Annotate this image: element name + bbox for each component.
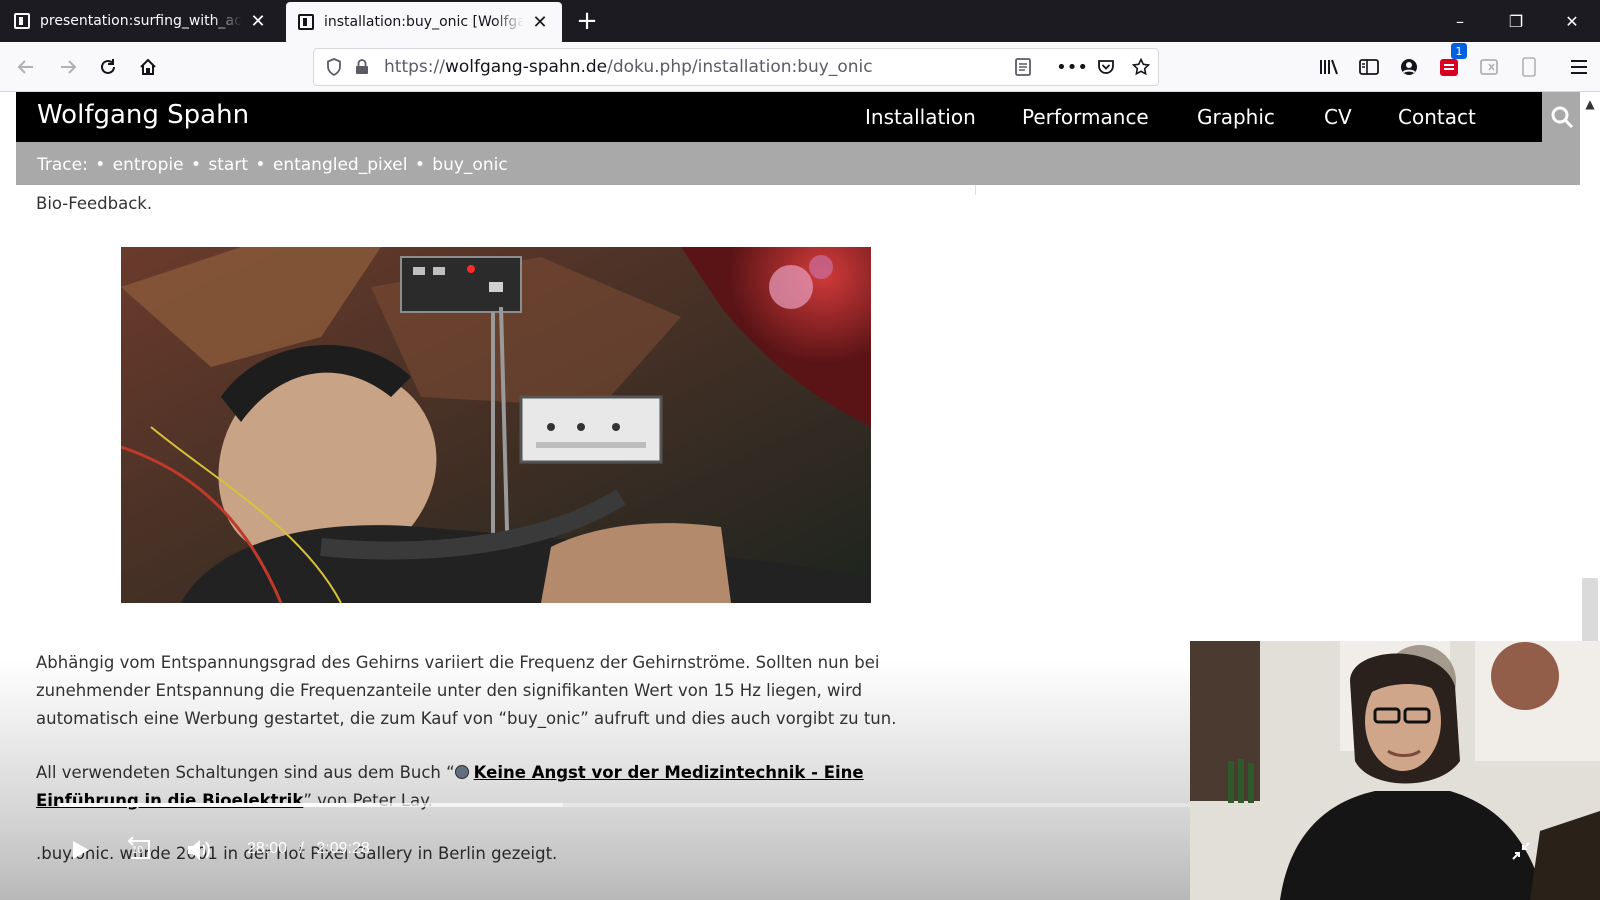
site-favicon-icon (14, 13, 30, 29)
sidebar-icon[interactable] (1353, 51, 1385, 83)
url-bar[interactable]: https://wolfgang-spahn.de/doku.php/insta… (313, 48, 1159, 86)
breadcrumb-bullet: • (95, 155, 106, 175)
paragraph-prefix: All verwendeten Schaltungen sind aus dem… (36, 763, 455, 782)
play-button[interactable] (66, 836, 94, 864)
search-icon (1551, 106, 1574, 129)
nav-toolbar: https://wolfgang-spahn.de/doku.php/insta… (0, 42, 1600, 92)
nav-cv[interactable]: CV (1324, 105, 1352, 129)
installation-photo (121, 247, 871, 603)
exit-fullscreen-icon[interactable] (1508, 838, 1534, 864)
forward-button[interactable] (52, 51, 84, 83)
menu-icon[interactable] (1563, 51, 1595, 83)
text-line-bio-feedback: Bio-Feedback. (36, 194, 153, 213)
account-icon[interactable] (1393, 51, 1425, 83)
breadcrumb-item-start[interactable]: start (208, 155, 248, 175)
breadcrumb-bullet: • (414, 155, 425, 175)
home-icon (140, 58, 156, 75)
close-icon[interactable]: ✕ (248, 11, 268, 32)
nav-installation[interactable]: Installation (865, 105, 976, 129)
library-icon[interactable] (1313, 51, 1345, 83)
tab-strip: presentation:surfing_with_aci_f ✕ instal… (0, 0, 1600, 42)
breadcrumb: Trace: • entropie • start • entangled_pi… (16, 142, 1580, 185)
url-text[interactable]: https://wolfgang-spahn.de/doku.php/insta… (384, 57, 873, 77)
site-header: Wolfgang Spahn Installation Performance … (16, 92, 1542, 142)
breadcrumb-item-entangled-pixel[interactable]: entangled_pixel (273, 155, 408, 175)
trace-label: Trace: (37, 155, 88, 175)
window-close-button[interactable]: ✕ (1544, 0, 1600, 42)
video-progress-bar[interactable] (59, 803, 379, 807)
new-tab-button[interactable]: + (572, 6, 602, 36)
arrow-right-icon (61, 60, 77, 74)
more-actions-icon[interactable]: ••• (1056, 53, 1088, 81)
tab-title: presentation:surfing_with_aci_f (40, 13, 242, 29)
video-time: 28:00 / 2:09:28 (247, 840, 370, 858)
restore-button[interactable]: ❐ (1488, 0, 1544, 42)
reload-button[interactable] (92, 51, 124, 83)
globe-icon (454, 765, 469, 779)
search-button[interactable] (1542, 92, 1580, 142)
video-current-time: 28:00 (247, 840, 288, 857)
tab-title: installation:buy_onic [Wolfgang (324, 14, 524, 30)
paragraph-suffix: ” von Peter Lay. (303, 791, 433, 810)
site-favicon-icon (298, 14, 314, 30)
scrollbar-thumb[interactable] (1582, 578, 1598, 642)
breadcrumb-item-entropie[interactable]: entropie (113, 155, 184, 175)
back-button[interactable] (10, 51, 42, 83)
breadcrumb-bullet: • (190, 155, 201, 175)
play-icon (73, 841, 89, 859)
pocket-icon[interactable] (1092, 53, 1120, 81)
video-duration: 2:09:28 (316, 840, 370, 857)
volume-button[interactable] (184, 836, 214, 864)
replay-10-button[interactable]: 10 (123, 836, 155, 864)
minimize-button[interactable]: – (1432, 0, 1488, 42)
nav-graphic[interactable]: Graphic (1197, 105, 1275, 129)
nav-contact[interactable]: Contact (1398, 105, 1476, 129)
shield-icon[interactable] (320, 53, 348, 81)
breadcrumb-item-buy-onic[interactable]: buy_onic (432, 155, 507, 175)
tab-presentation[interactable]: presentation:surfing_with_aci_f ✕ (2, 0, 280, 42)
home-button[interactable] (132, 51, 164, 83)
nav-performance[interactable]: Performance (1022, 105, 1149, 129)
close-icon[interactable]: ✕ (530, 12, 550, 33)
extension-icon[interactable]: 1 (1433, 43, 1467, 83)
browser-window: presentation:surfing_with_aci_f ✕ instal… (0, 0, 1600, 900)
paragraph-hot-pixel: .buy.onic. wurde 2001 in der Hot Pixel G… (36, 844, 558, 863)
webcam-video (1190, 641, 1600, 900)
reader-view-icon[interactable] (1009, 53, 1037, 81)
device-icon[interactable] (1513, 51, 1545, 83)
video-time-separator: / (299, 840, 304, 857)
scroll-up-icon[interactable]: ▲ (1582, 96, 1598, 112)
replay-seconds-label: 10 (132, 845, 144, 856)
arrow-left-icon (17, 60, 33, 74)
breadcrumb-bullet: • (255, 155, 266, 175)
notification-badge: 1 (1451, 43, 1467, 59)
tab-installation[interactable]: installation:buy_onic [Wolfgang ✕ (286, 2, 562, 42)
lock-icon[interactable] (348, 53, 376, 81)
bookmark-star-icon[interactable] (1127, 53, 1155, 81)
volume-icon (188, 840, 210, 860)
paragraph-entspannung: Abhängig vom Entspannungsgrad des Gehirn… (36, 653, 897, 728)
reload-icon (101, 59, 115, 74)
extension-disabled-icon[interactable] (1473, 51, 1505, 83)
site-title[interactable]: Wolfgang Spahn (37, 100, 249, 130)
